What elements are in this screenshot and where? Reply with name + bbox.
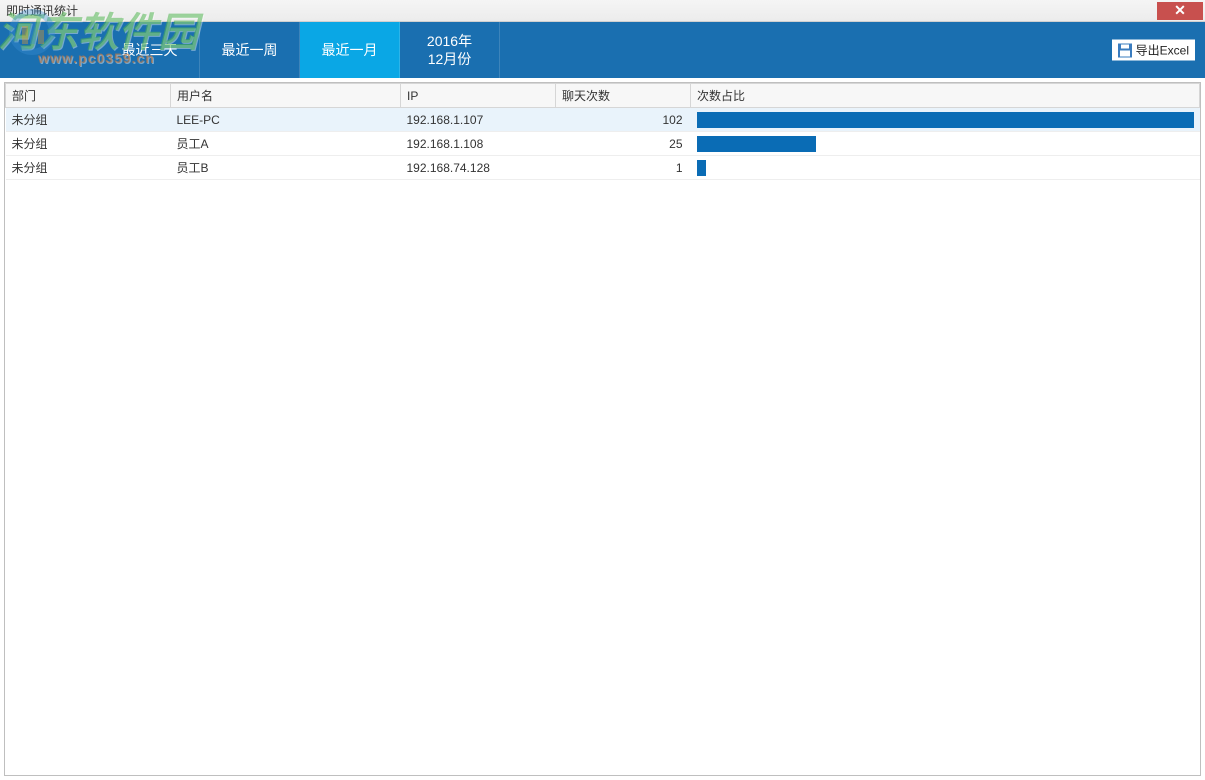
date-range-toolbar: 最近三天 最近一周 最近一月 2016年 12月份 导出Excel [0, 22, 1205, 78]
close-button[interactable]: ✕ [1157, 2, 1203, 20]
tab-label: 最近一周 [222, 41, 278, 59]
cell-ratio-bar [691, 108, 1200, 132]
col-header-dept[interactable]: 部门 [6, 84, 171, 108]
table-body: 未分组LEE-PC192.168.1.107102未分组员工A192.168.1… [6, 108, 1200, 180]
col-header-count[interactable]: 聊天次数 [556, 84, 691, 108]
cell-user: LEE-PC [171, 108, 401, 132]
table-row[interactable]: 未分组员工B192.168.74.1281 [6, 156, 1200, 180]
tab-label: 2016年 12月份 [427, 32, 472, 68]
cell-dept: 未分组 [6, 108, 171, 132]
close-icon: ✕ [1174, 2, 1186, 19]
cell-ratio-bar [691, 132, 1200, 156]
table-container: 部门 用户名 IP 聊天次数 次数占比 未分组LEE-PC192.168.1.1… [4, 82, 1201, 776]
cell-dept: 未分组 [6, 156, 171, 180]
cell-count: 102 [556, 108, 691, 132]
cell-ratio-bar [691, 156, 1200, 180]
table-row[interactable]: 未分组员工A192.168.1.10825 [6, 132, 1200, 156]
ratio-bar [697, 160, 707, 176]
cell-ip: 192.168.74.128 [401, 156, 556, 180]
tab-label: 最近三天 [122, 41, 178, 59]
table-header-row: 部门 用户名 IP 聊天次数 次数占比 [6, 84, 1200, 108]
cell-dept: 未分组 [6, 132, 171, 156]
tab-recent-3days[interactable]: 最近三天 [100, 22, 200, 78]
save-disk-icon [1118, 43, 1132, 57]
tab-recent-week[interactable]: 最近一周 [200, 22, 300, 78]
stats-table: 部门 用户名 IP 聊天次数 次数占比 未分组LEE-PC192.168.1.1… [5, 83, 1200, 180]
cell-count: 1 [556, 156, 691, 180]
ratio-bar [697, 136, 816, 152]
tab-2016-12[interactable]: 2016年 12月份 [400, 22, 500, 78]
col-header-user[interactable]: 用户名 [171, 84, 401, 108]
table-row[interactable]: 未分组LEE-PC192.168.1.107102 [6, 108, 1200, 132]
cell-count: 25 [556, 132, 691, 156]
cell-user: 员工A [171, 132, 401, 156]
export-label: 导出Excel [1136, 42, 1189, 59]
cell-ip: 192.168.1.107 [401, 108, 556, 132]
watermark-logo-icon [8, 8, 56, 56]
col-header-ratio[interactable]: 次数占比 [691, 84, 1200, 108]
tab-label: 最近一月 [322, 41, 378, 59]
tab-recent-month[interactable]: 最近一月 [300, 22, 400, 78]
export-excel-button[interactable]: 导出Excel [1112, 40, 1195, 61]
col-header-ip[interactable]: IP [401, 84, 556, 108]
cell-user: 员工B [171, 156, 401, 180]
titlebar: 即时通讯统计 ✕ [0, 0, 1205, 22]
cell-ip: 192.168.1.108 [401, 132, 556, 156]
ratio-bar [697, 112, 1194, 128]
